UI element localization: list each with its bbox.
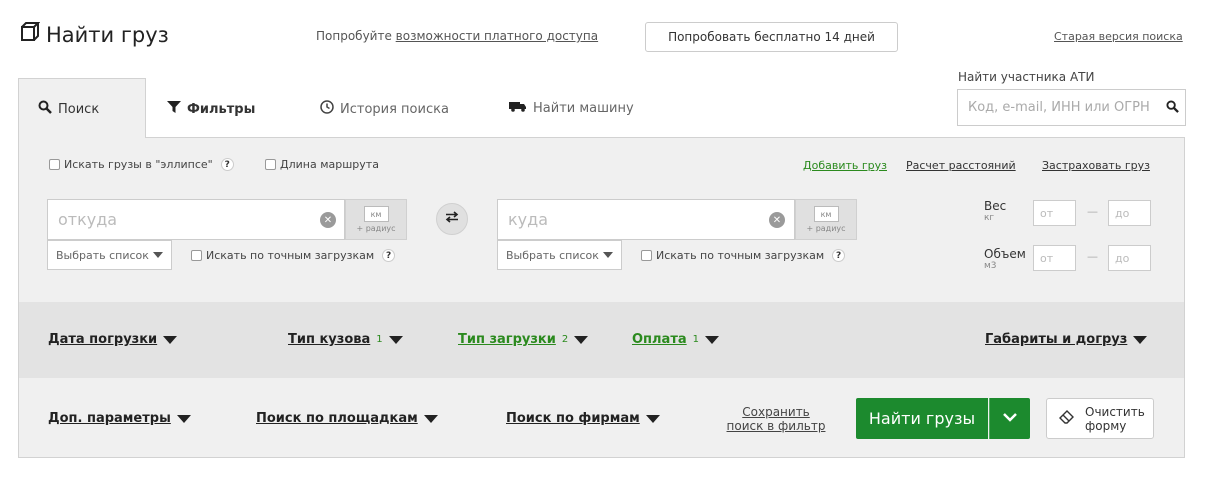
from-radius-label: + радиус: [356, 224, 396, 233]
firms-filter[interactable]: Поиск по фирмам: [506, 411, 660, 426]
insure-cargo-link[interactable]: Застраховать груз: [1042, 159, 1150, 172]
old-version-link[interactable]: Старая версия поиска: [1054, 30, 1183, 43]
chevron-down-icon: [574, 335, 589, 344]
ati-search-label: Найти участника АТИ: [958, 70, 1095, 84]
box-icon: [20, 20, 41, 47]
clear-icon[interactable]: ✕: [320, 212, 336, 228]
tab-find-truck[interactable]: Найти машину: [509, 100, 634, 116]
help-icon[interactable]: ?: [220, 158, 234, 171]
truck-icon: [509, 100, 527, 116]
weight-from-input[interactable]: [1033, 200, 1076, 226]
from-input[interactable]: [47, 199, 345, 240]
to-exact-checkbox[interactable]: [641, 250, 652, 261]
search-icon: [38, 100, 52, 118]
to-radius[interactable]: км + радиус: [795, 199, 857, 240]
chevron-down-icon: [602, 252, 613, 258]
clear-icon[interactable]: ✕: [769, 212, 785, 228]
from-select-list-label: Выбрать список: [56, 248, 149, 262]
help-icon[interactable]: ?: [832, 249, 846, 262]
find-options-button[interactable]: [989, 398, 1030, 439]
extra-params-filter[interactable]: Доп. параметры: [48, 411, 191, 426]
volume-label: Объем м3: [984, 247, 1026, 271]
clear-form-button[interactable]: Очистить форму: [1046, 398, 1154, 439]
load-type-count: 2: [561, 334, 569, 345]
payment-filter[interactable]: Оплата 1: [632, 332, 720, 347]
load-date-filter[interactable]: Дата погрузки: [48, 332, 178, 347]
payment-count: 1: [692, 334, 700, 345]
to-select-list[interactable]: Выбрать список: [497, 240, 622, 270]
route-length-label: Длина маршрута: [280, 158, 379, 171]
range-dash: —: [1087, 250, 1098, 263]
platforms-filter[interactable]: Поиск по площадкам: [256, 411, 438, 426]
ati-search-input[interactable]: [957, 89, 1186, 126]
route-length-option[interactable]: Длина маршрута: [265, 158, 379, 171]
swap-icon: [445, 211, 459, 227]
chevron-down-icon: [176, 414, 191, 423]
ellipse-option[interactable]: Искать грузы в "эллипсе" ?: [49, 158, 234, 171]
chevron-down-icon: [388, 335, 403, 344]
body-type-count: 1: [376, 334, 383, 345]
chevron-down-icon: [152, 252, 163, 258]
help-icon[interactable]: ?: [382, 249, 396, 262]
search-icon[interactable]: [1166, 100, 1179, 117]
route-length-checkbox[interactable]: [265, 159, 276, 170]
distance-calc-link[interactable]: Расчет расстояний: [906, 159, 1016, 172]
funnel-icon: [167, 100, 181, 118]
to-exact-label: Искать по точным загрузкам: [656, 249, 825, 262]
ellipse-label: Искать грузы в "эллипсе": [64, 158, 213, 171]
weight-label: Вес кг: [984, 199, 1007, 223]
paid-access-promo: Попробуйте возможности платного доступа: [316, 29, 598, 43]
to-exact-option[interactable]: Искать по точным загрузкам ?: [641, 249, 846, 262]
from-radius[interactable]: км + радиус: [345, 199, 407, 240]
volume-from-input[interactable]: [1033, 245, 1076, 271]
swap-button[interactable]: [436, 203, 468, 235]
to-radius-label: + радиус: [806, 224, 846, 233]
from-exact-label: Искать по точным загрузкам: [206, 249, 375, 262]
to-select-list-label: Выбрать список: [506, 248, 599, 262]
ellipse-checkbox[interactable]: [49, 159, 60, 170]
tab-history[interactable]: История поиска: [320, 100, 449, 118]
save-to-filter-link[interactable]: Сохранить поиск в фильтр: [724, 405, 828, 433]
chevron-down-icon: [423, 414, 438, 423]
eraser-icon: [1059, 409, 1075, 428]
add-cargo-link[interactable]: Добавить груз: [803, 159, 887, 172]
from-exact-checkbox[interactable]: [191, 250, 202, 261]
chevron-down-icon: [1002, 411, 1018, 426]
to-input[interactable]: [497, 199, 795, 240]
try-free-button[interactable]: Попробовать бесплатно 14 дней: [645, 22, 898, 52]
paid-access-link[interactable]: возможности платного доступа: [396, 29, 598, 43]
find-cargo-button[interactable]: Найти грузы: [856, 398, 988, 439]
chevron-down-icon: [1133, 335, 1148, 344]
clock-icon: [320, 100, 334, 118]
load-type-filter[interactable]: Тип загрузки 2: [458, 332, 589, 347]
tab-search-label[interactable]: Поиск: [38, 100, 99, 118]
volume-to-input[interactable]: [1108, 245, 1151, 271]
chevron-down-icon: [163, 335, 178, 344]
from-select-list[interactable]: Выбрать список: [47, 240, 172, 270]
from-km-field[interactable]: км: [363, 206, 389, 222]
dimensions-filter[interactable]: Габариты и догруз: [985, 332, 1148, 347]
promo-text: Попробуйте: [316, 29, 396, 43]
body-type-filter[interactable]: Тип кузова 1: [288, 332, 403, 347]
weight-to-input[interactable]: [1108, 200, 1151, 226]
page-title-text: Найти груз: [46, 22, 169, 47]
chevron-down-icon: [645, 414, 660, 423]
tab-filters[interactable]: Фильтры: [167, 100, 255, 118]
to-km-field[interactable]: км: [813, 206, 839, 222]
range-dash: —: [1087, 205, 1098, 218]
chevron-down-icon: [705, 335, 720, 344]
page-title: Найти груз: [20, 20, 169, 47]
from-exact-option[interactable]: Искать по точным загрузкам ?: [191, 249, 396, 262]
